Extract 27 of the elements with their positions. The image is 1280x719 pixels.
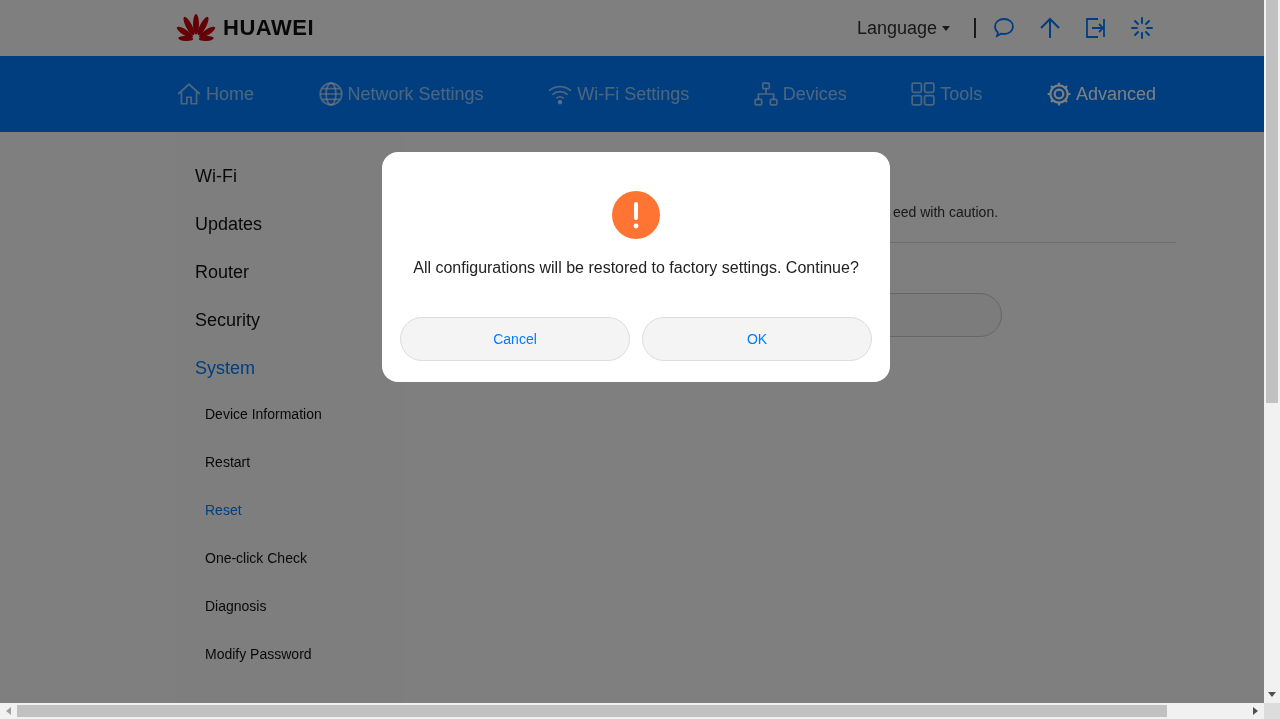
warning-icon xyxy=(612,191,660,239)
logo-icon xyxy=(175,13,217,43)
sidebar-subitem[interactable]: Restart xyxy=(175,450,405,498)
caution-text: eed with caution. xyxy=(893,203,1000,222)
sidebar-subitem[interactable]: Diagnosis xyxy=(175,594,405,642)
scroll-down-icon[interactable] xyxy=(1268,692,1276,697)
brand-name: HUAWEI xyxy=(223,15,314,41)
settings-icon xyxy=(1045,81,1072,107)
dialog-message: All configurations will be restored to factory settings. Continue? xyxy=(413,259,859,277)
loading-icon[interactable] xyxy=(1130,16,1154,40)
scroll-right-icon[interactable] xyxy=(1253,707,1258,715)
message-icon[interactable] xyxy=(992,16,1016,40)
ok-button[interactable]: OK xyxy=(642,317,872,361)
up-arrow-icon[interactable] xyxy=(1038,16,1062,40)
cancel-button[interactable]: Cancel xyxy=(400,317,630,361)
scrollbar-corner xyxy=(1264,703,1280,719)
logout-icon[interactable] xyxy=(1084,16,1108,40)
sidebar-subitem[interactable]: Modify Password xyxy=(175,642,405,690)
language-dropdown[interactable]: Language xyxy=(856,17,950,39)
nav-tab[interactable]: Advanced xyxy=(1045,81,1156,107)
scroll-left-icon[interactable] xyxy=(6,707,11,715)
vertical-scrollbar[interactable] xyxy=(1264,0,1280,703)
sidebar-subitem[interactable]: Device Information xyxy=(175,402,405,450)
sidebar-subitem[interactable]: One-click Check xyxy=(175,546,405,594)
sidebar-subitem[interactable]: Reset xyxy=(175,498,405,546)
caret-icon xyxy=(942,25,950,31)
horizontal-scrollbar[interactable] xyxy=(0,703,1264,719)
